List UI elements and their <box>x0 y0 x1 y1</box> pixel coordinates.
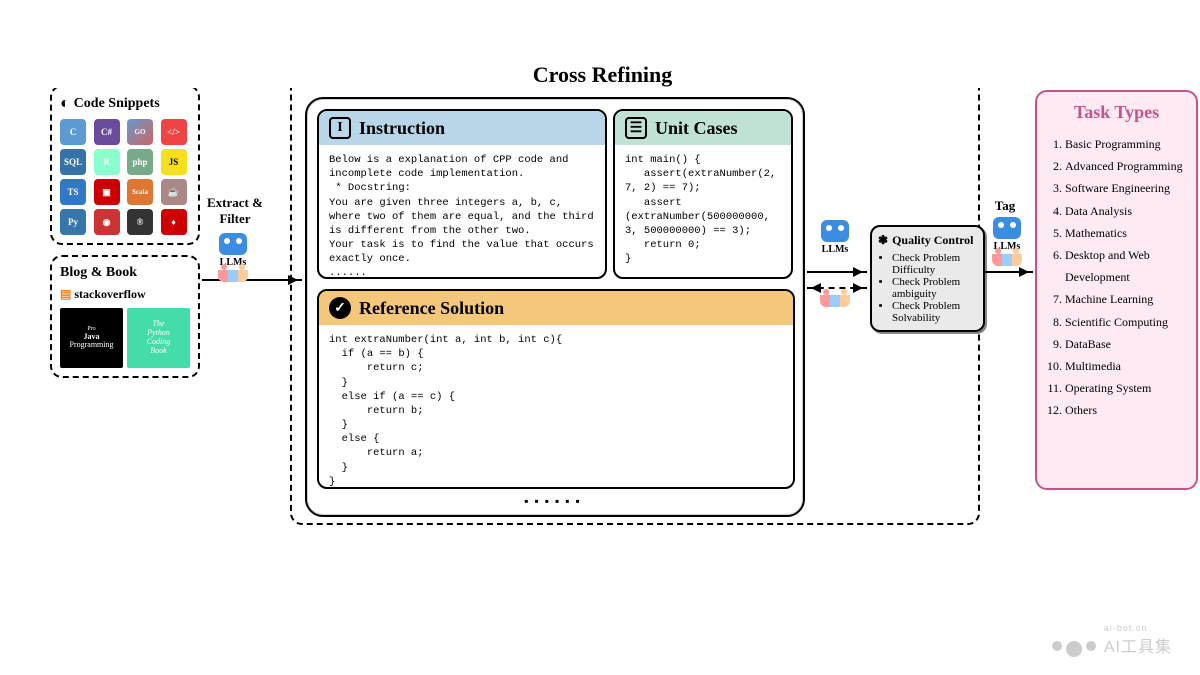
task-type-item: Data Analysis <box>1065 200 1186 222</box>
lang-icon: TS <box>60 179 86 205</box>
task-type-item: Others <box>1065 399 1186 421</box>
arrow-refine-loop <box>807 287 867 289</box>
llm-agent-icon: LLMs <box>216 233 250 282</box>
task-types-list: Basic Programming Advanced Programming S… <box>1065 133 1186 421</box>
lang-icon: ☕ <box>161 179 187 205</box>
llm-agent-icon: LLMs <box>990 217 1024 266</box>
lang-icon: C# <box>94 119 120 145</box>
language-icon-grid: C C# GO </> SQL R php JS TS ▣ Scala ☕ Py… <box>60 119 190 235</box>
lang-icon: C <box>60 119 86 145</box>
qc-item: Check Problem Solvability <box>892 300 977 324</box>
arrow-tag <box>985 271 1033 273</box>
instruction-panel: I Instruction Below is a explanation of C… <box>317 109 607 279</box>
reference-solution-body: int extraNumber(int a, int b, int c){ if… <box>319 325 793 489</box>
task-type-item: Multimedia <box>1065 355 1186 377</box>
lang-icon: Scala <box>127 179 153 205</box>
task-type-item: Basic Programming <box>1065 133 1186 155</box>
task-type-item: Advanced Programming <box>1065 155 1186 177</box>
example-document-card: I Instruction Below is a explanation of C… <box>305 97 805 517</box>
task-type-item: Scientific Computing <box>1065 311 1186 333</box>
reference-solution-label: Reference Solution <box>359 298 504 319</box>
task-type-item: Software Engineering <box>1065 177 1186 199</box>
instruction-body: Below is a explanation of CPP code and i… <box>319 145 605 279</box>
quality-control-box: Quality Control Check Problem Difficulty… <box>870 225 985 332</box>
unit-cases-body: int main() { assert(extraNumber(2, 7, 2)… <box>615 145 791 274</box>
lang-icon: php <box>127 149 153 175</box>
unit-cases-label: Unit Cases <box>655 118 738 139</box>
lang-icon: ♦ <box>161 209 187 235</box>
code-snippets-title: Code Snippets <box>74 96 160 112</box>
tag-label: Tag <box>985 198 1025 214</box>
watermark: ai-bot.cn AI工具集 <box>1052 623 1172 657</box>
instruction-icon: I <box>329 117 351 139</box>
instruction-label: Instruction <box>359 118 445 139</box>
people-icon <box>818 293 852 307</box>
task-type-item: Desktop and Web Development <box>1065 244 1186 288</box>
task-type-item: Operating System <box>1065 377 1186 399</box>
lang-icon: R <box>94 149 120 175</box>
github-icon <box>60 95 70 113</box>
quality-control-list: Check Problem Difficulty Check Problem a… <box>892 252 977 324</box>
check-icon: ✓ <box>329 297 351 319</box>
task-type-item: Mathematics <box>1065 222 1186 244</box>
task-types-title: Task Types <box>1047 102 1186 123</box>
lang-icon: GO <box>127 119 153 145</box>
watermark-brand: AI工具集 <box>1104 639 1172 656</box>
blog-book-title: Blog & Book <box>60 265 137 281</box>
lang-icon: ▣ <box>94 179 120 205</box>
unit-cases-icon <box>625 117 647 139</box>
lang-icon: Py <box>60 209 86 235</box>
qc-item: Check Problem Difficulty <box>892 252 977 276</box>
qc-item: Check Problem ambiguity <box>892 276 977 300</box>
arrow-to-qc <box>807 271 867 273</box>
quality-control-title: Quality Control <box>878 233 977 248</box>
task-type-item: Machine Learning <box>1065 288 1186 310</box>
unit-cases-panel: Unit Cases int main() { assert(extraNumb… <box>613 109 793 279</box>
blog-book-box: Blog & Book stackoverflow ProJavaProgram… <box>50 255 200 378</box>
watermark-url: ai-bot.cn <box>1104 623 1172 633</box>
sources-column: Code Snippets C C# GO </> SQL R php JS T… <box>50 85 200 388</box>
cross-refining-title: Cross Refining <box>523 62 683 87</box>
code-snippets-box: Code Snippets C C# GO </> SQL R php JS T… <box>50 85 200 245</box>
lang-icon: SQL <box>60 149 86 175</box>
task-types-box: Task Types Basic Programming Advanced Pr… <box>1035 90 1198 490</box>
lang-icon: ® <box>127 209 153 235</box>
llm-agent-icon: LLMs <box>818 220 852 255</box>
lang-icon: JS <box>161 149 187 175</box>
lang-icon: ◉ <box>94 209 120 235</box>
people-icon <box>218 270 248 282</box>
reference-solution-panel: ✓ Reference Solution int extraNumber(int … <box>317 289 795 489</box>
python-book-cover: ThePythonCodingBook <box>127 308 190 368</box>
extract-filter-label: Extract & Filter <box>200 195 270 226</box>
pagination-dots: ▪▪▪▪▪▪ <box>307 494 803 509</box>
stackoverflow-logo: stackoverflow <box>60 287 190 302</box>
java-book-cover: ProJavaProgramming <box>60 308 123 368</box>
people-icon <box>992 254 1022 266</box>
task-type-item: DataBase <box>1065 333 1186 355</box>
lang-icon: </> <box>161 119 187 145</box>
